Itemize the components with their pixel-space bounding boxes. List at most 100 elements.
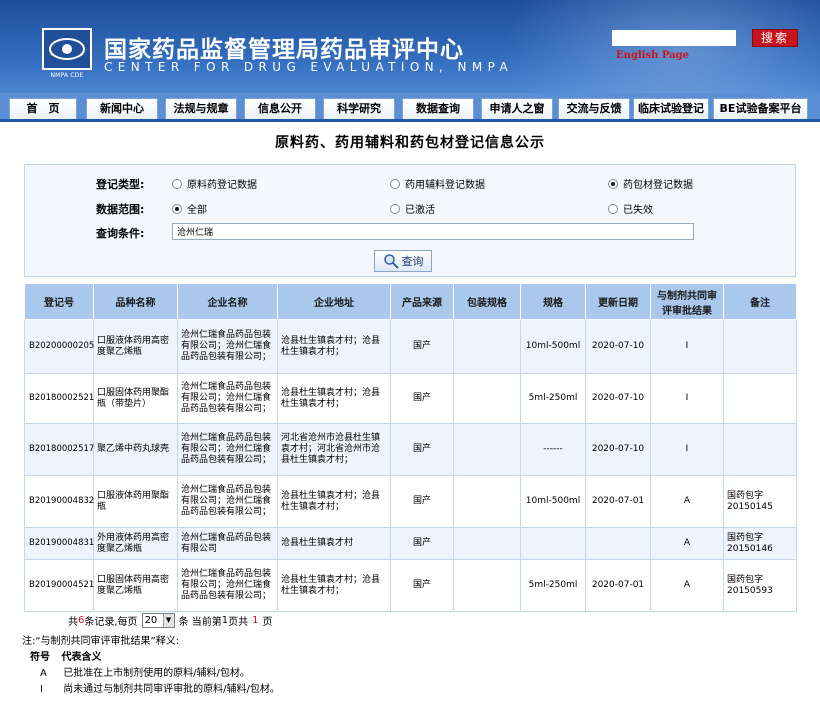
cell-company: 沧州仁瑞食品药品包装有限公司；沧州仁瑞食品药品包装有限公司；: [177, 475, 278, 528]
col-header-name: 品种名称: [93, 283, 178, 320]
query-condition-input[interactable]: 沧州仁瑞: [172, 223, 694, 240]
page-title: 原料药、药用辅料和药包材登记信息公示: [275, 135, 545, 151]
nav-item-applicant[interactable]: 申请人之窗: [481, 98, 553, 119]
cell-reg-no[interactable]: B20180002517: [24, 423, 94, 476]
cell-package: [453, 527, 521, 560]
radio-scope-all[interactable]: 全部: [172, 201, 207, 216]
table-row[interactable]: B20180002521 口服固体药用聚酯瓶（带垫片） 沧州仁瑞食品药品包装有限…: [24, 373, 797, 424]
nav-item-news[interactable]: 新闻中心: [86, 98, 158, 119]
notes-header-row: 符号 代表含义: [22, 650, 280, 666]
pager-text: 条记录,每页: [84, 617, 138, 628]
cell-result: A: [650, 527, 724, 560]
cell-reg-no[interactable]: B20190004832: [24, 475, 94, 528]
cell-date: 2020-07-01: [585, 559, 651, 612]
radio-label: 药包材登记数据: [623, 180, 693, 191]
nav-item-disclosure[interactable]: 信息公开: [244, 98, 316, 119]
nav-item-research[interactable]: 科学研究: [323, 98, 395, 119]
cell-result: I: [650, 423, 724, 476]
col-header-address: 企业地址: [277, 283, 391, 320]
cell-result: A: [650, 559, 724, 612]
logo-caption: NMPA CDE: [50, 72, 84, 79]
radio-label: 原料药登记数据: [187, 180, 257, 191]
cell-note: [723, 373, 797, 424]
cell-address: 沧县杜生镇袁才村；沧县杜生镇袁才村；: [277, 559, 391, 612]
cell-note: [723, 319, 797, 374]
legend-notes: 注:“与制剂共同审评审批结果”释义: 符号 代表含义 A 已批准在上市制剂使用的…: [22, 634, 280, 698]
cell-date: 2020-07-10: [585, 423, 651, 476]
radio-label: 全部: [187, 205, 207, 216]
pager-text: 页共: [228, 617, 249, 628]
cell-source: 国产: [390, 319, 454, 374]
pager-text: 页: [262, 617, 273, 628]
nav-item-home[interactable]: 首 页: [9, 98, 77, 119]
notes-intro: 注:“与制剂共同审评审批结果”释义:: [22, 636, 180, 647]
radio-scope-expired[interactable]: 已失效: [608, 201, 653, 216]
cell-result: A: [650, 475, 724, 528]
cell-reg-no[interactable]: B20180002521: [24, 373, 94, 424]
col-header-note: 备注: [723, 283, 797, 320]
pager-text: 共: [68, 617, 78, 628]
radio-checked-icon: [172, 203, 182, 214]
cell-source: 国产: [390, 475, 454, 528]
radio-type-excipient[interactable]: 药用辅料登记数据: [390, 176, 485, 191]
nav-item-feedback[interactable]: 交流与反馈: [558, 98, 630, 119]
main-nav: 首 页 新闻中心 法规与规章 信息公开 科学研究 数据查询 申请人之窗 交流与反…: [0, 93, 820, 122]
nav-item-regulations[interactable]: 法规与规章: [165, 98, 237, 119]
cell-spec: [520, 527, 586, 560]
table-row[interactable]: B20180002517 聚乙烯中药丸球壳 沧州仁瑞食品药品包装有限公司；沧州仁…: [24, 423, 797, 476]
query-button[interactable]: 查询: [374, 250, 432, 272]
notes-symbol: I: [40, 684, 43, 695]
nav-item-clinical-trial[interactable]: 临床试验登记: [633, 98, 709, 119]
cell-package: [453, 475, 521, 528]
cell-source: 国产: [390, 423, 454, 476]
col-header-package: 包装规格: [453, 283, 521, 320]
total-pages[interactable]: 1: [252, 615, 258, 626]
cell-reg-no[interactable]: B20190004831: [24, 527, 94, 560]
cell-package: [453, 423, 521, 476]
site-title-en: CENTER FOR DRUG EVALUATION, NMPA: [104, 60, 514, 74]
site-title-cn: 国家药品监督管理局药品审评中心: [104, 37, 464, 63]
radio-type-packaging[interactable]: 药包材登记数据: [608, 176, 693, 191]
cell-address: 河北省沧州市沧县杜生镇袁才村；河北省沧州市沧县杜生镇袁才村；: [277, 423, 391, 476]
table-row[interactable]: B20190004831 外用液体药用高密度聚乙烯瓶 沧州仁瑞食品药品包装有限公…: [24, 527, 797, 560]
english-page-link[interactable]: English Page: [616, 50, 689, 61]
nmpa-logo[interactable]: [42, 28, 92, 70]
cell-reg-no[interactable]: B20200000205: [24, 319, 94, 374]
search-input[interactable]: [612, 30, 736, 46]
col-header-spec: 规格: [520, 283, 586, 320]
data-scope-label: 数据范围:: [96, 203, 145, 216]
notes-meaning: 尚未通过与制剂共同审评审批的原料/辅料/包材。: [63, 684, 280, 695]
notes-row: A 已批准在上市制剂使用的原料/辅料/包材。: [22, 666, 280, 682]
col-header-company: 企业名称: [177, 283, 278, 320]
nav-item-be-platform[interactable]: BE试验备案平台: [713, 98, 808, 119]
table-row[interactable]: B20200000205 口服液体药用高密度聚乙烯瓶 沧州仁瑞食品药品包装有限公…: [24, 319, 797, 374]
cell-address: 沧县杜生镇袁才村: [277, 527, 391, 560]
radio-type-api[interactable]: 原料药登记数据: [172, 176, 257, 191]
eye-emblem-icon: [49, 38, 85, 60]
table-row[interactable]: B20190004521 口服固体药用高密度聚乙烯瓶 沧州仁瑞食品药品包装有限公…: [24, 559, 797, 612]
cell-spec: 10ml-500ml: [520, 475, 586, 528]
radio-scope-active[interactable]: 已激活: [390, 201, 435, 216]
cell-company: 沧州仁瑞食品药品包装有限公司；沧州仁瑞食品药品包装有限公司；: [177, 373, 278, 424]
cell-address: 沧县杜生镇袁才村；沧县杜生镇袁才村；: [277, 475, 391, 528]
page-size-select[interactable]: 20 ▼: [141, 613, 175, 628]
cell-source: 国产: [390, 373, 454, 424]
search-button[interactable]: 搜索: [752, 29, 798, 47]
radio-unchecked-icon: [608, 203, 618, 214]
notes-col-symbol: 符号: [30, 652, 50, 663]
cell-company: 沧州仁瑞食品药品包装有限公司；沧州仁瑞食品药品包装有限公司；: [177, 559, 278, 612]
notes-meaning: 已批准在上市制剂使用的原料/辅料/包材。: [63, 668, 250, 679]
cell-company: 沧州仁瑞食品药品包装有限公司；沧州仁瑞食品药品包装有限公司；: [177, 423, 278, 476]
nav-item-data-query[interactable]: 数据查询: [402, 98, 474, 119]
chevron-down-icon[interactable]: ▼: [162, 614, 174, 627]
cell-reg-no[interactable]: B20190004521: [24, 559, 94, 612]
cell-spec: 5ml-250ml: [520, 373, 586, 424]
radio-unchecked-icon: [172, 178, 182, 189]
table-row[interactable]: B20190004832 口服液体药用聚酯瓶 沧州仁瑞食品药品包装有限公司；沧州…: [24, 475, 797, 528]
cell-date: 2020-07-01: [585, 475, 651, 528]
cell-address: 沧县杜生镇袁才村；沧县杜生镇袁才村；: [277, 373, 391, 424]
cell-result: I: [650, 319, 724, 374]
radio-checked-icon: [608, 178, 618, 189]
radio-label: 已失效: [623, 205, 653, 216]
cell-package: [453, 319, 521, 374]
